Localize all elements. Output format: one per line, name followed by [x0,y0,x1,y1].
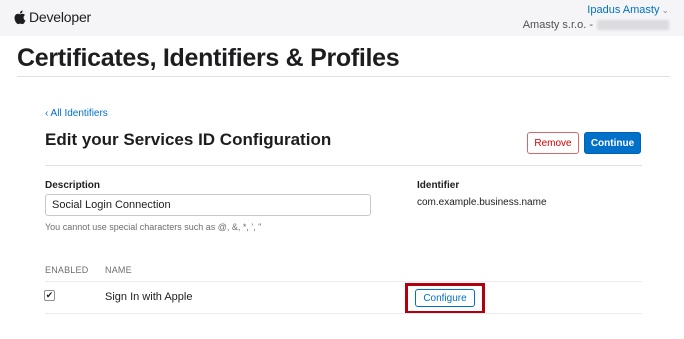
back-to-identifiers-link[interactable]: ‹ All Identifiers [45,108,108,119]
description-label: Description [45,180,101,191]
identifier-value: com.example.business.name [417,197,547,208]
continue-button[interactable]: Continue [584,132,641,154]
page-title: Certificates, Identifiers & Profiles [17,44,400,72]
identifier-label: Identifier [417,180,460,191]
user-name[interactable]: Ipadus Amasty ⌄ [523,4,669,16]
account-menu[interactable]: Ipadus Amasty ⌄ Amasty s.r.o. - [523,4,669,31]
remove-button[interactable]: Remove [527,132,579,154]
description-hint: You cannot use special characters such a… [45,222,262,232]
capability-name: Sign In with Apple [105,291,193,303]
divider [17,76,670,77]
section-title: Edit your Services ID Configuration [45,130,332,149]
column-header-name: NAME [105,265,132,275]
apple-logo-icon [14,10,26,25]
column-header-enabled: ENABLED [45,265,89,275]
user-name-label: Ipadus Amasty [587,4,660,16]
checkmark-icon: ✔ [45,290,54,300]
divider [45,165,642,166]
brand-name: Developer [29,9,92,25]
divider [45,313,642,314]
team-id-redacted [597,20,669,30]
team-name: Amasty s.r.o. - [522,19,593,31]
configure-button[interactable]: Configure [415,289,475,307]
divider [45,281,642,282]
description-field[interactable] [45,194,371,216]
capability-enabled-checkbox[interactable]: ✔ [44,290,55,301]
team-info: Amasty s.r.o. - [523,19,669,31]
top-bar: Developer Ipadus Amasty ⌄ Amasty s.r.o. - [0,0,684,36]
developer-home-link[interactable]: Developer [13,9,91,25]
chevron-down-icon: ⌄ [661,5,669,15]
